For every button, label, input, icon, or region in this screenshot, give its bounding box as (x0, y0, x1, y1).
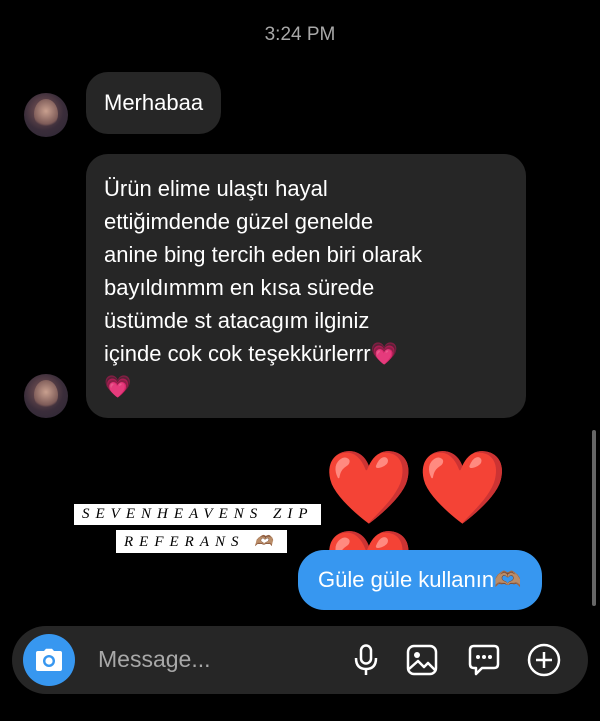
message-line: bayıldımmm en kısa sürede (104, 275, 375, 300)
sticker-text: SEVENHEAVENS ZIP (74, 504, 322, 525)
scrollbar[interactable] (592, 430, 596, 606)
message-composer: Message... (12, 626, 588, 694)
message-input[interactable]: Message... (98, 646, 211, 673)
timestamp: 3:24 PM (264, 24, 336, 45)
sender-avatar[interactable] (24, 374, 68, 418)
camera-icon (36, 648, 62, 671)
sticker-text: REFERANS 🫶🏽 (116, 530, 287, 553)
plus-circle-icon (527, 643, 561, 677)
message-line: ettiğimdende güzel genelde (104, 209, 374, 234)
message-line: Ürün elime ulaştı hayal (104, 176, 328, 201)
message-line: içinde cok cok teşekkürlerrr💗 (104, 341, 398, 366)
add-button[interactable] (526, 642, 562, 678)
message-line: 💗 (104, 374, 132, 399)
microphone-button[interactable] (348, 642, 384, 678)
message-bubble-outgoing[interactable]: Güle güle kullanın🫶🏽 (298, 550, 542, 610)
gallery-icon (406, 644, 438, 676)
microphone-icon (354, 644, 378, 675)
message-bubble-incoming[interactable]: Merhabaa (86, 72, 222, 134)
message-bubble-incoming[interactable]: Ürün elime ulaştı hayal ettiğimdende güz… (86, 154, 526, 418)
sticker-chat-icon (468, 644, 500, 676)
gallery-button[interactable] (404, 642, 440, 678)
sender-avatar[interactable] (24, 93, 68, 137)
camera-button[interactable] (23, 634, 75, 686)
message-line: üstümde st atacagım ilginiz (104, 308, 370, 333)
message-line: anine bing tercih eden biri olarak (104, 242, 422, 267)
sticker-button[interactable] (466, 642, 502, 678)
